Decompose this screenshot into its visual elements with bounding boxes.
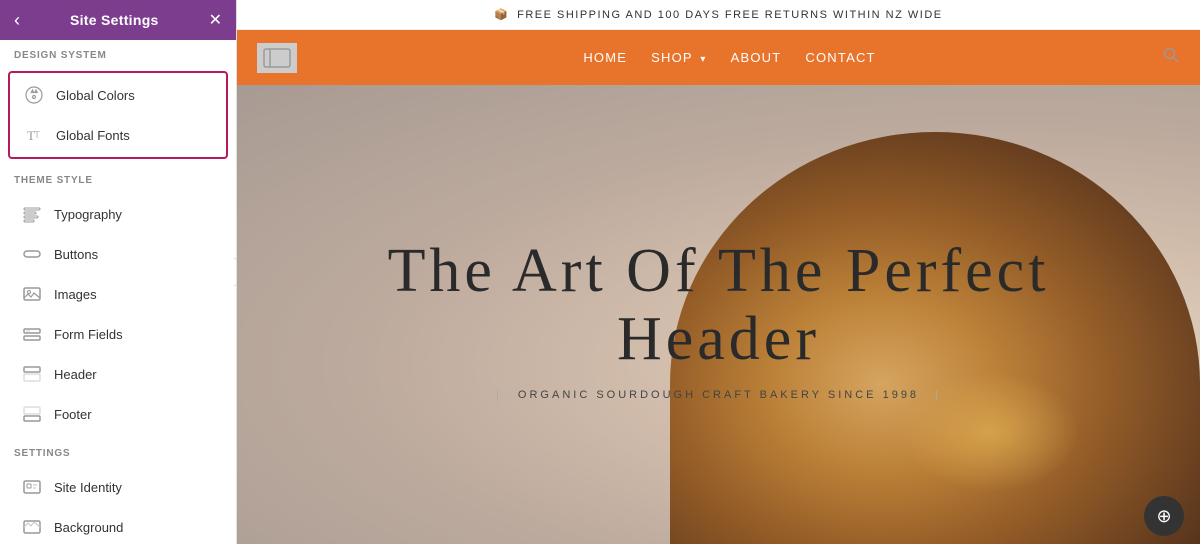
nav-item-about[interactable]: ABOUT [731, 49, 782, 67]
svg-text:T: T [34, 130, 40, 141]
nav-link-contact: CONTACT [805, 50, 875, 65]
main-content: 📦 FREE SHIPPING AND 100 DAYS FREE RETURN… [237, 0, 1200, 544]
sidebar-header: ‹ Site Settings ✕ [0, 0, 236, 40]
back-button[interactable]: ‹ [14, 10, 20, 31]
design-system-group: Global Colors T T Global Fonts [8, 71, 228, 159]
buttons-icon [20, 242, 44, 266]
nav-link-shop: SHOP ▾ [651, 50, 706, 65]
sidebar-item-typography[interactable]: Typography [8, 194, 228, 234]
nav-bar: HOME SHOP ▾ ABOUT CONTACT [237, 30, 1200, 85]
collapse-handle[interactable]: ‹ [234, 258, 237, 286]
footer-icon [20, 402, 44, 426]
nav-item-contact[interactable]: CONTACT [805, 49, 875, 67]
shop-dropdown-arrow: ▾ [700, 54, 706, 65]
typography-icon [20, 202, 44, 226]
footer-label: Footer [54, 407, 92, 422]
sidebar-item-background[interactable]: Background [8, 507, 228, 544]
images-icon [20, 282, 44, 306]
global-fonts-label: Global Fonts [56, 128, 130, 143]
sidebar-item-buttons[interactable]: Buttons [8, 234, 228, 274]
design-system-label: DESIGN SYSTEM [0, 40, 236, 65]
theme-style-label: THEME STYLE [0, 165, 236, 190]
header-icon [20, 362, 44, 386]
fab-icon: ⊕ [1156, 506, 1171, 527]
close-button[interactable]: ✕ [209, 10, 222, 30]
header-label: Header [54, 367, 97, 382]
hero-text-block: The Art Of The Perfect Header | ORGANIC … [285, 236, 1152, 400]
colors-icon [22, 83, 46, 107]
settings-label: SETTINGS [0, 438, 236, 463]
form-fields-icon [20, 322, 44, 346]
settings-list: Site Identity Background Layout [0, 463, 236, 544]
nav-links: HOME SHOP ▾ ABOUT CONTACT [583, 49, 875, 67]
sidebar: ‹ Site Settings ✕ DESIGN SYSTEM Global C… [0, 0, 237, 544]
nav-link-home: HOME [583, 50, 627, 65]
site-identity-label: Site Identity [54, 480, 122, 495]
nav-item-home[interactable]: HOME [583, 49, 627, 67]
background-icon [20, 515, 44, 539]
nav-link-about: ABOUT [731, 50, 782, 65]
sidebar-item-header[interactable]: Header [8, 354, 228, 394]
sidebar-item-site-identity[interactable]: Site Identity [8, 467, 228, 507]
global-colors-label: Global Colors [56, 88, 135, 103]
background-label: Background [54, 520, 123, 535]
theme-style-list: Typography Buttons Images [0, 190, 236, 438]
hero-subtitle: | ORGANIC SOURDOUGH CRAFT BAKERY SINCE 1… [285, 389, 1152, 401]
sidebar-item-images[interactable]: Images [8, 274, 228, 314]
announcement-bar: 📦 FREE SHIPPING AND 100 DAYS FREE RETURN… [237, 0, 1200, 30]
sidebar-item-form-fields[interactable]: Form Fields [8, 314, 228, 354]
announcement-text: FREE SHIPPING AND 100 DAYS FREE RETURNS … [517, 9, 943, 21]
site-identity-icon [20, 475, 44, 499]
hero-section: The Art Of The Perfect Header | ORGANIC … [237, 85, 1200, 544]
form-fields-label: Form Fields [54, 327, 123, 342]
buttons-label: Buttons [54, 247, 98, 262]
nav-logo [257, 43, 297, 73]
fab-button[interactable]: ⊕ [1144, 496, 1184, 536]
sidebar-item-global-colors[interactable]: Global Colors [10, 75, 226, 115]
nav-item-shop[interactable]: SHOP ▾ [651, 49, 706, 67]
sidebar-title: Site Settings [70, 12, 159, 28]
search-icon[interactable] [1162, 46, 1180, 69]
typography-label: Typography [54, 207, 122, 222]
sidebar-item-global-fonts[interactable]: T T Global Fonts [10, 115, 226, 155]
shipping-icon: 📦 [494, 8, 509, 21]
sidebar-item-footer[interactable]: Footer [8, 394, 228, 434]
fonts-icon: T T [22, 123, 46, 147]
hero-title: The Art Of The Perfect Header [285, 236, 1152, 372]
images-label: Images [54, 287, 97, 302]
